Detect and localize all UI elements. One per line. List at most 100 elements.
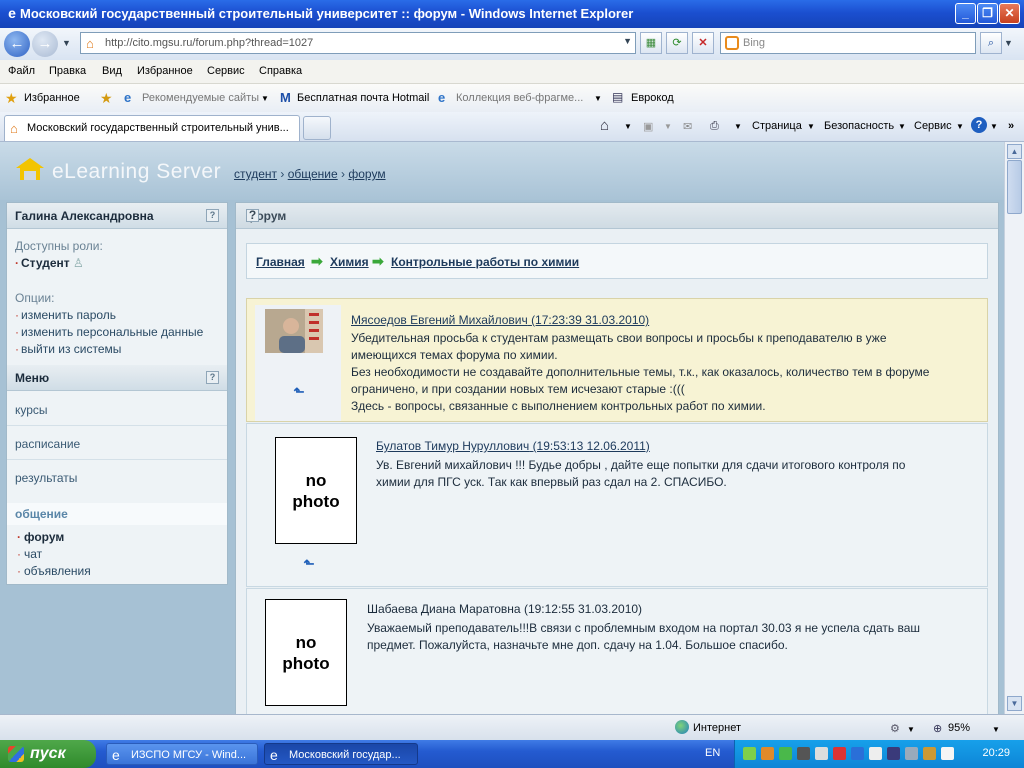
cmd-tools[interactable]: Сервис	[914, 120, 952, 132]
volume-icon[interactable]	[941, 747, 954, 760]
tools-dropdown-icon[interactable]: ▼	[956, 122, 964, 131]
cmd-page[interactable]: Страница	[752, 120, 802, 132]
menu-edit[interactable]: Правка	[49, 65, 86, 77]
zoom-icon[interactable]: ⊕	[933, 722, 942, 735]
new-tab-button[interactable]	[303, 116, 331, 140]
help-dropdown-icon[interactable]: ▼	[990, 122, 998, 131]
minimize-button[interactable]: _	[955, 3, 976, 24]
submenu-announcements[interactable]: · объявления	[17, 564, 91, 578]
tray-app-icon[interactable]	[761, 747, 774, 760]
menu-courses[interactable]: курсы	[15, 403, 48, 417]
close-window-button[interactable]: ✕	[999, 3, 1020, 24]
tray-app-icon[interactable]	[815, 747, 828, 760]
search-options-icon[interactable]: ▼	[1004, 38, 1013, 48]
crumb-communication[interactable]: общение	[288, 167, 338, 181]
tray-app-icon[interactable]	[779, 747, 792, 760]
reply-arrow-icon[interactable]: ⬑	[291, 385, 307, 399]
print-icon[interactable]: ⎙	[710, 120, 719, 133]
menu-view[interactable]: Вид	[102, 65, 122, 77]
user-panel-header: Галина Александровна ?	[7, 203, 227, 229]
option-change-personal-data[interactable]: · изменить персональные данные	[15, 325, 203, 339]
favorites-button[interactable]: Избранное	[24, 92, 80, 104]
menu-help[interactable]: Справка	[259, 65, 302, 77]
reply-arrow-icon[interactable]: ⬑	[301, 557, 317, 571]
fav-dropdown-icon[interactable]: ▼	[261, 94, 269, 103]
restore-button[interactable]: ❐	[977, 3, 998, 24]
search-icon[interactable]: ⌕	[980, 32, 1002, 54]
search-input[interactable]: Bing	[720, 32, 976, 54]
refresh-icon[interactable]: ⟳	[666, 32, 688, 54]
zoom-dropdown-icon[interactable]: ▼	[992, 725, 1000, 734]
tray-app-icon[interactable]	[869, 747, 882, 760]
help-icon[interactable]: ?	[971, 117, 987, 133]
page-dropdown-icon[interactable]: ▼	[807, 122, 815, 131]
task-izspo[interactable]: e ИЗСПО МГСУ - Wind...	[106, 743, 258, 765]
home-icon[interactable]: ⌂	[600, 117, 609, 134]
add-favorite-icon[interactable]: ★	[100, 90, 113, 107]
protected-mode-icon[interactable]: ⚙	[890, 722, 900, 735]
post-author[interactable]: Мясоедов Евгений Михайлович (17:23:39 31…	[351, 313, 649, 327]
zoom-level[interactable]: 95%	[948, 722, 970, 734]
feeds-icon[interactable]: ▣	[643, 120, 653, 133]
address-dropdown-icon[interactable]: ▼	[623, 36, 632, 46]
forum-crumb-home[interactable]: Главная	[256, 255, 305, 269]
collapse-icon[interactable]: ?	[206, 371, 219, 384]
task-mgsu-active[interactable]: e Московский государ...	[264, 743, 418, 765]
scroll-up-icon[interactable]: ▲	[1007, 144, 1022, 159]
address-field[interactable]: ⌂ http://cito.mgsu.ru/forum.php?thread=1…	[80, 32, 636, 54]
option-logout[interactable]: · выйти из системы	[15, 342, 121, 356]
language-indicator[interactable]: EN	[705, 747, 720, 759]
help-icon[interactable]: ?	[246, 209, 259, 222]
user-icon: ♙	[72, 256, 84, 270]
history-dropdown-icon[interactable]: ▼	[62, 38, 71, 48]
crumb-forum[interactable]: форум	[348, 167, 385, 181]
menu-file[interactable]: Файл	[8, 65, 35, 77]
author-photo[interactable]	[265, 309, 323, 353]
option-change-password[interactable]: · изменить пароль	[15, 308, 116, 322]
scroll-down-icon[interactable]: ▼	[1007, 696, 1022, 711]
collapse-icon[interactable]: ?	[206, 209, 219, 222]
back-button[interactable]: ←	[4, 31, 30, 57]
forum-crumb-chemistry[interactable]: Химия	[330, 255, 369, 269]
post-author[interactable]: Булатов Тимур Нуруллович (19:53:13 12.06…	[376, 439, 650, 453]
role-student[interactable]: · Студент ♙	[15, 256, 84, 270]
forward-button[interactable]: →	[32, 31, 58, 57]
tray-app-icon[interactable]	[923, 747, 936, 760]
submenu-forum[interactable]: · форум	[17, 530, 64, 544]
fav-suggested-sites[interactable]: Рекомендуемые сайты	[142, 92, 259, 104]
protected-dropdown-icon[interactable]: ▼	[907, 725, 915, 734]
menu-favorites[interactable]: Избранное	[137, 65, 193, 77]
tray-app-icon[interactable]	[797, 747, 810, 760]
tray-app-icon[interactable]	[743, 747, 756, 760]
house-logo-icon	[16, 158, 44, 180]
tray-app-icon[interactable]	[887, 747, 900, 760]
compatibility-view-icon[interactable]: ▦	[640, 32, 662, 54]
tray-app-icon[interactable]	[905, 747, 918, 760]
safety-dropdown-icon[interactable]: ▼	[898, 122, 906, 131]
fav-web-slices[interactable]: Коллекция веб-фрагме...	[456, 92, 583, 104]
print-dropdown-icon[interactable]: ▼	[734, 122, 742, 131]
home-dropdown-icon[interactable]: ▼	[624, 122, 632, 131]
fav-dropdown-icon[interactable]: ▼	[594, 94, 602, 103]
menu-communication[interactable]: общение	[7, 503, 227, 525]
scroll-thumb[interactable]	[1007, 160, 1022, 214]
tray-app-icon[interactable]	[833, 747, 846, 760]
menu-tools[interactable]: Сервис	[207, 65, 245, 77]
window-title-bar[interactable]: e Московский государственный строительны…	[0, 0, 1024, 28]
forum-crumb-tests[interactable]: Контрольные работы по химии	[391, 255, 579, 269]
cmd-safety[interactable]: Безопасность	[824, 120, 894, 132]
fav-hotmail[interactable]: Бесплатная почта Hotmail	[297, 92, 429, 104]
submenu-chat[interactable]: · чат	[17, 547, 42, 561]
crumb-student[interactable]: студент	[234, 167, 277, 181]
more-icon[interactable]: »	[1008, 120, 1014, 132]
start-button[interactable]: пуск	[0, 740, 96, 768]
fav-eurocode[interactable]: Еврокод	[631, 92, 674, 104]
stop-icon[interactable]: ✕	[692, 32, 714, 54]
mail-icon[interactable]: ✉	[683, 120, 692, 133]
feeds-dropdown-icon[interactable]: ▼	[664, 122, 672, 131]
tab-active[interactable]: ⌂ Московский государственный строительны…	[4, 115, 300, 141]
tray-app-icon[interactable]	[851, 747, 864, 760]
menu-results[interactable]: результаты	[15, 471, 77, 485]
menu-schedule[interactable]: расписание	[15, 437, 80, 451]
vertical-scrollbar[interactable]: ▲ ▼	[1004, 142, 1024, 714]
